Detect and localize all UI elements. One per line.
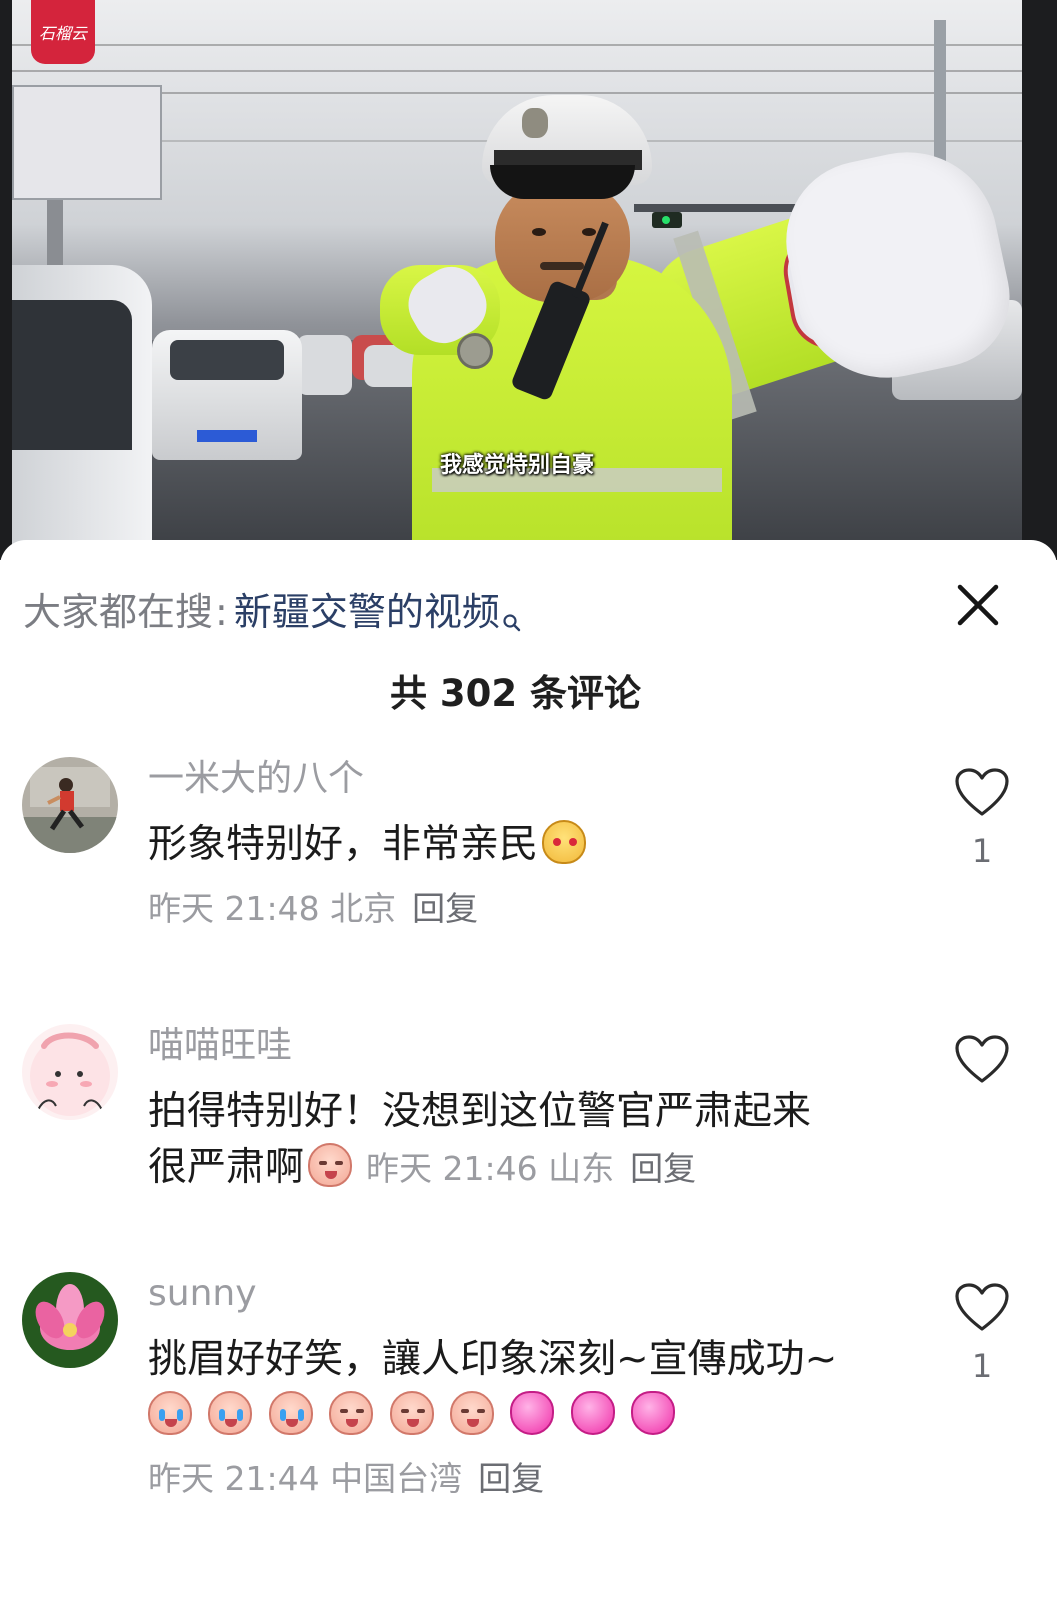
peach-face-emoji xyxy=(542,820,587,864)
search-suggestion[interactable]: 大家都在搜: 新疆交警的视频 xyxy=(23,584,522,648)
comment-time: 昨天 21:46 xyxy=(366,1149,538,1188)
van-window xyxy=(12,300,132,450)
comment-meta: 昨天 21:48 北京 回复 xyxy=(148,885,478,933)
heart-emoji xyxy=(631,1391,676,1435)
traffic-light xyxy=(652,212,682,228)
laugh-emoji xyxy=(450,1391,495,1435)
reply-button[interactable]: 回复 xyxy=(412,889,478,928)
comment-text: 拍得特别好！没想到这位警官严肃起来 很严肃啊 昨天 21:46 山东 回复 xyxy=(148,1084,908,1197)
subtitle-text: 我感觉特别自豪 xyxy=(439,453,594,478)
search-suggestion-prefix: 大家都在搜 xyxy=(23,590,214,634)
search-suggestion-term[interactable]: 新疆交警的视频 xyxy=(234,590,500,634)
search-suggestion-separator: : xyxy=(215,590,228,634)
comment-time: 昨天 21:44 xyxy=(148,1459,320,1498)
traffic-signal-arm xyxy=(634,204,814,212)
power-line xyxy=(12,70,1022,72)
comment-location: 北京 xyxy=(330,889,397,928)
mustache xyxy=(540,262,584,270)
avatar[interactable] xyxy=(22,1272,118,1368)
car xyxy=(297,335,352,395)
power-line xyxy=(12,44,1022,46)
crying-laugh-emoji xyxy=(148,1391,192,1435)
app-logo: 石榴云 xyxy=(31,0,95,64)
laugh-emoji xyxy=(389,1391,434,1435)
comment-text-content: 形象特别好，非常亲民 xyxy=(148,822,539,867)
billboard xyxy=(12,85,162,200)
emoji-row xyxy=(148,1388,908,1444)
comment-text-line: 拍得特别好！没想到这位警官严肃起来 xyxy=(148,1089,812,1134)
power-line xyxy=(12,92,1022,94)
comment-username[interactable]: sunny xyxy=(148,1270,257,1318)
crying-laugh-emoji xyxy=(208,1391,253,1435)
comment-text-line-2: 很严肃啊 昨天 21:46 山东 回复 xyxy=(148,1140,908,1197)
video-subtitle: 我感觉特别自豪 xyxy=(12,447,1022,479)
suv xyxy=(152,330,302,460)
comment-time: 昨天 21:48 xyxy=(148,889,320,928)
crying-laugh-emoji xyxy=(268,1391,313,1435)
comment-text-content: 很严肃啊 xyxy=(148,1145,305,1190)
app-logo-text: 石榴云 xyxy=(38,24,87,43)
avatar[interactable] xyxy=(22,757,118,853)
heart-emoji xyxy=(570,1391,615,1435)
eye xyxy=(532,228,546,236)
avatar[interactable] xyxy=(22,1024,118,1120)
reply-button[interactable]: 回复 xyxy=(478,1459,544,1498)
video-player[interactable]: 我感觉特别自豪 石榴云 xyxy=(0,0,1057,560)
comment-meta: 昨天 21:46 山东 回复 xyxy=(366,1149,696,1188)
close-icon[interactable] xyxy=(954,581,1002,629)
like-count: 1 xyxy=(971,1347,993,1385)
laugh-emoji xyxy=(329,1391,374,1435)
like-count: 1 xyxy=(971,832,993,870)
cap-brim xyxy=(490,165,635,199)
comment-count-title: 共 302 条评论 xyxy=(390,672,641,715)
video-frame: 我感觉特别自豪 xyxy=(12,0,1022,560)
comment-username[interactable]: 一米大的八个 xyxy=(148,755,364,803)
comment-location: 山东 xyxy=(548,1149,615,1188)
heart-icon[interactable] xyxy=(954,767,1010,819)
cap-badge xyxy=(522,108,548,138)
comment-meta: 昨天 21:44 中国台湾 回复 xyxy=(148,1455,544,1503)
serious-face-emoji xyxy=(308,1143,353,1187)
heart-icon[interactable] xyxy=(954,1034,1010,1086)
comment-text-content: 挑眉好好笑，讓人印象深刻~宣傳成功~ xyxy=(148,1337,838,1382)
heart-emoji xyxy=(510,1391,555,1435)
comment-location: 中国台湾 xyxy=(330,1459,463,1498)
eye xyxy=(582,228,596,236)
comments-sheet: 大家都在搜: 新疆交警的视频 共 302 条评论 一米大的八个 形象特别好，非常… xyxy=(0,540,1057,1607)
comment-username[interactable]: 喵喵旺哇 xyxy=(148,1022,292,1070)
search-icon xyxy=(502,592,522,648)
comment-text: 形象特别好，非常亲民 xyxy=(148,817,888,873)
heart-icon[interactable] xyxy=(954,1282,1010,1334)
comment-text: 挑眉好好笑，讓人印象深刻~宣傳成功~ xyxy=(148,1332,908,1444)
reply-button[interactable]: 回复 xyxy=(630,1149,696,1188)
wristwatch xyxy=(457,333,493,369)
